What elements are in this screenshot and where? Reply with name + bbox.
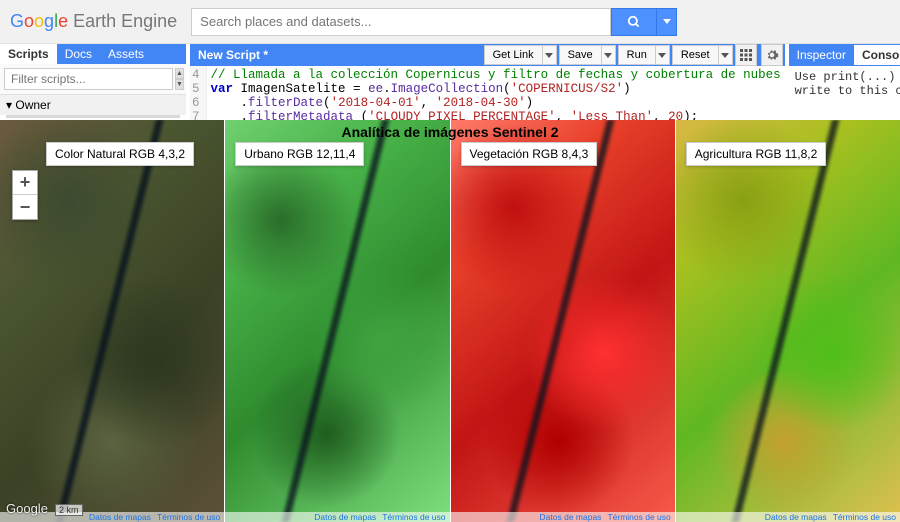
search-icon: [627, 15, 641, 29]
map-pane[interactable]: Vegetación RGB 8,4,3 Datos de mapas Términ…: [450, 120, 675, 522]
river-feature: [704, 120, 867, 522]
save-button[interactable]: Save: [559, 45, 602, 65]
code-editor[interactable]: 4 5 6 7 // Llamada a la colección Copern…: [190, 66, 785, 120]
satellite-image: [225, 120, 449, 522]
map-pane-label: Urbano RGB 12,11,4: [235, 142, 364, 166]
editor-panel: New Script * Get Link Save Run Reset 4 5…: [190, 44, 789, 120]
editor-toolbar: New Script * Get Link Save Run Reset: [190, 44, 785, 66]
right-panel: Inspector Console Tasks Use print(...) t…: [789, 44, 900, 120]
search-button[interactable]: [611, 8, 657, 36]
terms-link[interactable]: Términos de uso: [833, 512, 896, 522]
tab-docs[interactable]: Docs: [57, 44, 100, 64]
getlink-button[interactable]: Get Link: [484, 45, 543, 65]
gear-icon: [765, 48, 779, 62]
satellite-image: [451, 120, 675, 522]
map-pane[interactable]: Urbano RGB 12,11,4 Datos de mapas Términos…: [224, 120, 449, 522]
tab-scripts[interactable]: Scripts: [0, 44, 57, 64]
river-feature: [479, 120, 642, 522]
run-dropdown[interactable]: [656, 45, 670, 65]
terms-link[interactable]: Términos de uso: [607, 512, 670, 522]
line-number: 7: [192, 110, 200, 120]
map-viewer: Analítica de imágenes Sentinel 2 + − Col…: [0, 120, 900, 522]
tab-assets[interactable]: Assets: [100, 44, 152, 64]
getlink-dropdown[interactable]: [543, 45, 557, 65]
search-bar: [191, 8, 677, 36]
google-watermark: Google: [6, 501, 48, 516]
terms-link[interactable]: Términos de uso: [382, 512, 445, 522]
zoom-out-button[interactable]: −: [13, 195, 37, 219]
search-options-dropdown[interactable]: [657, 8, 677, 36]
grid-icon: [740, 49, 752, 61]
logo-suffix: Earth Engine: [73, 11, 177, 31]
code-body[interactable]: // Llamada a la colección Copernicus y f…: [207, 66, 785, 120]
reset-dropdown[interactable]: [719, 45, 733, 65]
chevron-down-icon: [545, 53, 553, 58]
viewer-title: Analítica de imágenes Sentinel 2: [0, 124, 900, 140]
scale-bar: 2 km: [55, 504, 83, 516]
workspace: Scripts Docs Assets ▲ ▼ ▾ Owner New Scri…: [0, 44, 900, 120]
map-pane-label: Color Natural RGB 4,3,2: [46, 142, 194, 166]
left-tabbar: Scripts Docs Assets: [0, 44, 186, 64]
layout-grid-button[interactable]: [735, 44, 757, 66]
reset-button[interactable]: Reset: [672, 45, 719, 65]
right-tabbar: Inspector Console Tasks: [789, 44, 900, 66]
map-pane-label: Vegetación RGB 8,4,3: [461, 142, 598, 166]
save-dropdown[interactable]: [602, 45, 616, 65]
search-input[interactable]: [191, 8, 611, 36]
owner-label: Owner: [15, 98, 50, 112]
app-header: Google Earth Engine: [0, 0, 900, 44]
map-attribution: Datos de mapas Términos de uso: [451, 512, 675, 522]
line-number: 5: [192, 82, 200, 96]
chevron-down-icon: [658, 53, 666, 58]
zoom-in-button[interactable]: +: [13, 171, 37, 195]
tab-inspector[interactable]: Inspector: [789, 45, 854, 65]
script-title: New Script *: [190, 45, 276, 65]
run-button[interactable]: Run: [618, 45, 656, 65]
settings-button[interactable]: [761, 44, 783, 66]
filter-sort-down[interactable]: ▼: [175, 79, 184, 90]
filter-scripts-input[interactable]: [4, 68, 173, 90]
filter-row: ▲ ▼: [0, 64, 186, 94]
logo: Google Earth Engine: [10, 11, 177, 32]
mapdata-link[interactable]: Datos de mapas: [89, 512, 151, 522]
river-feature: [254, 120, 417, 522]
terms-link[interactable]: Términos de uso: [157, 512, 220, 522]
line-number: 4: [192, 68, 200, 82]
owner-tree-node[interactable]: ▾ Owner: [0, 94, 186, 115]
map-attribution: Datos de mapas Términos de uso: [225, 512, 449, 522]
satellite-image: [676, 120, 900, 522]
mapdata-link[interactable]: Datos de mapas: [314, 512, 376, 522]
zoom-control: + −: [12, 170, 38, 220]
chevron-down-icon: [721, 53, 729, 58]
filter-sort-up[interactable]: ▲: [175, 68, 184, 79]
map-attribution: Datos de mapas Términos de uso: [676, 512, 900, 522]
console-output: Use print(...) to write to this console.: [789, 66, 900, 102]
map-pane[interactable]: Agricultura RGB 11,8,2 Datos de mapas Térm…: [675, 120, 900, 522]
line-number: 6: [192, 96, 200, 110]
river-feature: [28, 120, 191, 522]
mapdata-link[interactable]: Datos de mapas: [765, 512, 827, 522]
chevron-down-icon: [663, 19, 671, 24]
map-pane-label: Agricultura RGB 11,8,2: [686, 142, 827, 166]
chevron-down-icon: [604, 53, 612, 58]
mapdata-link[interactable]: Datos de mapas: [540, 512, 602, 522]
owner-tree-child[interactable]: [6, 115, 180, 118]
left-panel: Scripts Docs Assets ▲ ▼ ▾ Owner: [0, 44, 190, 120]
tab-console[interactable]: Console: [854, 45, 900, 65]
line-gutter: 4 5 6 7: [190, 66, 207, 120]
